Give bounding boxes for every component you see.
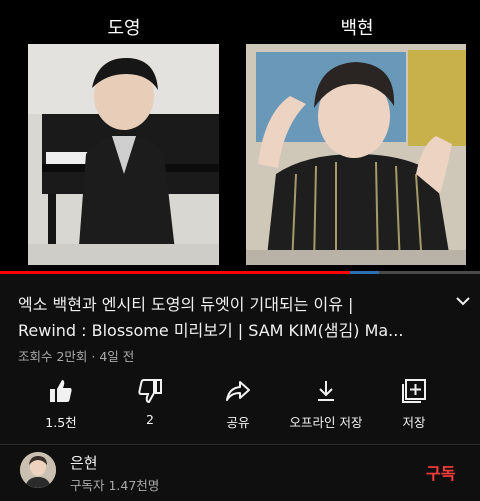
thumbs-down-icon <box>100 378 200 404</box>
download-button[interactable]: 오프라인 저장 <box>276 378 376 431</box>
progress-buffered <box>350 271 380 274</box>
dislike-button[interactable]: 2 <box>100 378 200 427</box>
share-label: 공유 <box>226 415 250 430</box>
download-icon <box>276 378 376 404</box>
video-meta: 조회수 2만회 · 4일 전 <box>18 349 135 364</box>
left-video-frame <box>28 44 219 265</box>
subscribe-button[interactable]: 구독 <box>426 460 455 484</box>
share-icon <box>188 378 288 404</box>
action-bar: 1.5천 2 공유 오프라인 저장 저장 <box>0 378 480 438</box>
divider <box>0 444 480 445</box>
video-title-line-2: Rewind : Blossome 미리보기 | SAM KIM(샘김) Ma.… <box>18 321 404 340</box>
download-label: 오프라인 저장 <box>289 415 363 430</box>
right-participant-name: 백현 <box>340 18 374 39</box>
save-button[interactable]: 저장 <box>364 378 464 431</box>
right-video-frame <box>246 44 466 265</box>
channel-name[interactable]: 은현 <box>70 452 98 473</box>
dislike-count: 2 <box>146 412 154 427</box>
add-to-playlist-icon <box>364 378 464 404</box>
video-title-line-1: 엑소 백현과 엔시티 도영의 듀엣이 기대되는 이유 | <box>18 295 354 314</box>
progress-watched <box>0 271 351 274</box>
video-player[interactable]: 도영 백현 <box>0 0 480 274</box>
save-label: 저장 <box>402 415 426 430</box>
like-count: 1.5천 <box>45 415 77 430</box>
left-participant-name: 도영 <box>107 18 141 39</box>
chevron-down-icon[interactable] <box>452 290 474 312</box>
video-title[interactable]: 엑소 백현과 엔시티 도영의 듀엣이 기대되는 이유 | Rewind : Bl… <box>18 292 438 344</box>
subscriber-count: 구독자 1.47천명 <box>70 478 160 493</box>
thumbs-up-icon <box>11 378 111 404</box>
like-button[interactable]: 1.5천 <box>11 378 111 431</box>
progress-bar[interactable] <box>0 271 480 274</box>
channel-avatar[interactable] <box>20 452 56 488</box>
share-button[interactable]: 공유 <box>188 378 288 431</box>
